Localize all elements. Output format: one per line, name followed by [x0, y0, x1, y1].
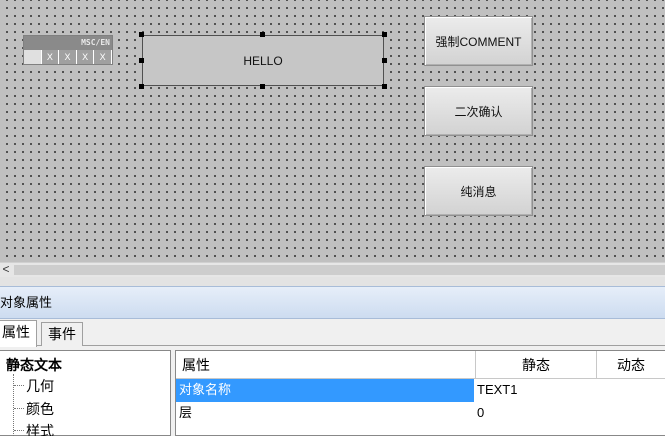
tree-connector: [14, 408, 24, 409]
force-comment-button[interactable]: 强制COMMENT: [424, 16, 533, 66]
column-header-dynamic[interactable]: 动态: [597, 351, 665, 379]
mini-widget-row: X X X X: [24, 50, 112, 64]
mini-cell: [24, 50, 42, 64]
table-row[interactable]: 层 0: [176, 402, 665, 425]
design-canvas[interactable]: MSC/EN X X X X HELLO 强制COMMENT 二次确认 纯消息: [0, 0, 665, 262]
tree-node-geometry[interactable]: 几何: [26, 376, 54, 396]
property-static-value[interactable]: 0: [474, 402, 595, 425]
property-grid: 属性 静态 动态 对象名称 TEXT1 层 0: [175, 350, 665, 436]
tree-root-static-text[interactable]: 静态文本: [6, 355, 62, 375]
property-dynamic-value[interactable]: [597, 402, 665, 425]
selection-handle[interactable]: [260, 84, 265, 89]
selection-handle[interactable]: [382, 84, 387, 89]
double-confirm-button[interactable]: 二次确认: [424, 86, 533, 136]
column-header-property[interactable]: 属性: [176, 351, 476, 379]
pure-message-button[interactable]: 纯消息: [424, 166, 533, 216]
editor-window: MSC/EN X X X X HELLO 强制COMMENT 二次确认 纯消息 …: [0, 0, 665, 436]
selection-handle[interactable]: [139, 32, 144, 37]
property-static-value[interactable]: TEXT1: [474, 379, 595, 402]
property-name: 对象名称: [176, 379, 474, 402]
mini-cell: X: [76, 50, 95, 64]
selection-handle[interactable]: [139, 84, 144, 89]
mini-cell: X: [94, 50, 112, 64]
mini-cell: X: [41, 50, 60, 64]
property-category-tree: 静态文本 几何 颜色 样式: [0, 350, 171, 436]
selection-handle[interactable]: [382, 58, 387, 63]
horizontal-scrollbar[interactable]: <: [0, 262, 665, 277]
column-header-static[interactable]: 静态: [476, 351, 597, 379]
hello-text: HELLO: [243, 53, 283, 68]
tree-connector: [14, 385, 24, 386]
property-dynamic-value[interactable]: [597, 379, 665, 402]
tab-events[interactable]: 事件: [41, 322, 83, 346]
tree-node-style[interactable]: 样式: [26, 421, 54, 436]
tree-node-color[interactable]: 颜色: [26, 399, 54, 419]
hello-text-object[interactable]: HELLO: [142, 35, 384, 86]
mini-status-widget[interactable]: MSC/EN X X X X: [23, 35, 113, 65]
selection-handle[interactable]: [260, 32, 265, 37]
mini-cell: X: [59, 50, 77, 64]
splitter[interactable]: [0, 277, 665, 286]
selection-handle[interactable]: [139, 58, 144, 63]
tab-properties[interactable]: 属性: [0, 320, 37, 347]
table-row[interactable]: 对象名称 TEXT1: [176, 379, 665, 402]
mini-widget-header: MSC/EN: [24, 36, 112, 50]
panel-title: 对象属性: [0, 286, 665, 319]
tree-connector: [14, 430, 24, 431]
tree-connector: [13, 374, 14, 436]
property-name: 层: [179, 405, 193, 420]
panel-tabbar: 属性 事件: [0, 319, 665, 347]
selection-handle[interactable]: [382, 32, 387, 37]
scrollbar-thumb[interactable]: [14, 265, 665, 275]
scroll-left-icon[interactable]: <: [0, 263, 12, 277]
